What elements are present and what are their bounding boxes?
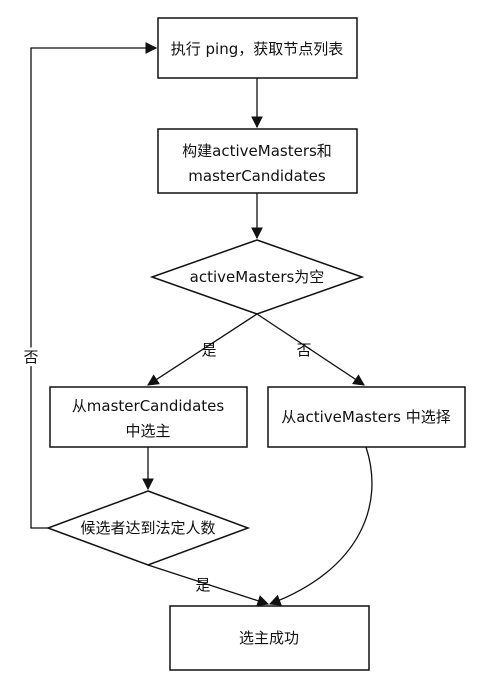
- edge-quorum-no-loop: [30, 42, 158, 529]
- quorum-label: 候选者达到法定人数: [80, 519, 215, 537]
- check-empty-label: activeMasters为空: [190, 268, 325, 286]
- select-from-active-label: 从activeMasters 中选择: [281, 408, 450, 426]
- election-flowchart: 执行 ping，获取节点列表 构建activeMasters和 masterCa…: [20, 17, 466, 671]
- select-from-candidates-label-line1: 从masterCandidates: [72, 397, 225, 415]
- edge-label-quorum-no: 否: [23, 348, 38, 366]
- edge-label-empty-yes: 是: [201, 341, 216, 359]
- edge-active-to-success: [268, 446, 373, 606]
- edge-label-empty-no: 否: [296, 341, 311, 359]
- ping-node-label: 执行 ping，获取节点列表: [171, 40, 344, 58]
- election-success-label: 选主成功: [239, 629, 299, 647]
- build-lists-label-line1: 构建activeMasters和: [182, 142, 332, 160]
- edge-label-quorum-yes: 是: [195, 576, 210, 594]
- build-lists-label-line2: masterCandidates: [188, 167, 326, 185]
- select-from-candidates-label-line2: 中选主: [125, 422, 170, 440]
